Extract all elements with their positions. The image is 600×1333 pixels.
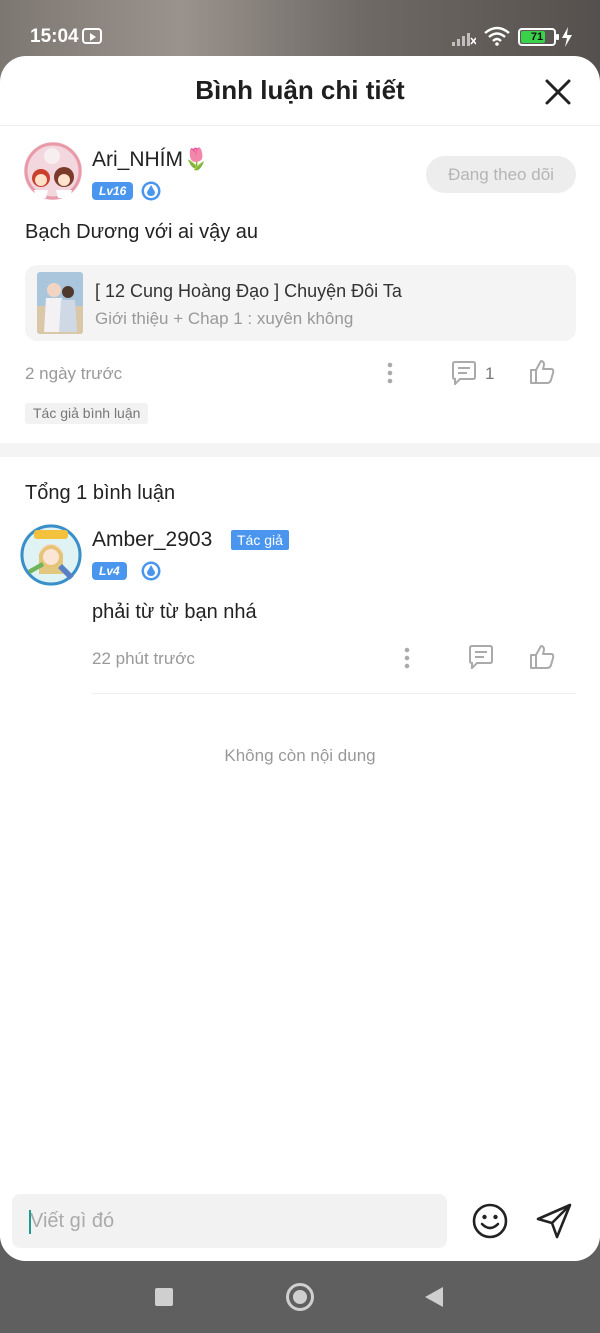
page-title: Bình luận chi tiết bbox=[195, 75, 405, 105]
avatar-image bbox=[20, 524, 82, 586]
system-navigation-bar bbox=[0, 1261, 600, 1333]
charging-icon bbox=[562, 27, 572, 47]
avatar[interactable] bbox=[24, 142, 82, 200]
avatar-image bbox=[24, 142, 82, 200]
reply-text: phải từ từ bạn nhá bbox=[92, 601, 257, 623]
divider bbox=[92, 693, 576, 694]
back-button[interactable] bbox=[425, 1287, 443, 1307]
author-comment-tag: Tác giả bình luận bbox=[25, 403, 149, 424]
battery-icon: 71 bbox=[518, 28, 559, 46]
sheet-header: Bình luận chi tiết bbox=[0, 56, 600, 126]
level-badge: Lv4 bbox=[92, 562, 127, 580]
close-icon[interactable] bbox=[544, 78, 572, 106]
wifi-icon bbox=[484, 26, 510, 46]
level-badge: Lv16 bbox=[92, 182, 134, 200]
like-icon[interactable] bbox=[529, 359, 555, 385]
end-of-content-label: Không còn nội dung bbox=[224, 746, 376, 765]
post-author-name[interactable]: Ari_NHÍM🌷 bbox=[92, 148, 209, 172]
comment-input-bar bbox=[0, 1178, 600, 1261]
reply-timestamp: 22 phút trước bbox=[92, 649, 195, 668]
following-button[interactable]: Đang theo dõi bbox=[426, 156, 576, 193]
story-title: [ 12 Cung Hoàng Đạo ] Chuyện Đôi Ta bbox=[95, 281, 402, 301]
status-bar: 15:04 71 bbox=[0, 0, 600, 56]
reply-count: 1 bbox=[485, 364, 495, 383]
text-caret bbox=[29, 1210, 31, 1234]
post-timestamp: 2 ngày trước bbox=[25, 364, 123, 383]
verified-shield-icon bbox=[141, 181, 161, 201]
recent-apps-button[interactable] bbox=[155, 1288, 173, 1306]
author-badge: Tác giả bbox=[231, 530, 289, 550]
comment-input[interactable] bbox=[12, 1194, 447, 1248]
send-icon[interactable] bbox=[535, 1202, 573, 1240]
avatar[interactable] bbox=[20, 524, 82, 586]
status-time: 15:04 bbox=[30, 26, 79, 47]
more-options-icon[interactable] bbox=[387, 362, 393, 384]
app-icon bbox=[82, 28, 102, 44]
comment-detail-sheet: Bình luận chi tiết Ari_NHÍM🌷 Lv16 Đang t… bbox=[0, 56, 600, 1261]
home-button[interactable] bbox=[286, 1283, 314, 1311]
reply-author-name[interactable]: Amber_2903 bbox=[92, 528, 212, 552]
total-comments-label: Tổng 1 bình luận bbox=[25, 482, 176, 504]
battery-level: 71 bbox=[530, 31, 544, 43]
story-cover-image bbox=[37, 272, 83, 334]
story-chapter: Giới thiệu + Chap 1 : xuyên không bbox=[95, 309, 354, 328]
signal-icon bbox=[452, 33, 476, 46]
reply-icon[interactable] bbox=[451, 361, 477, 385]
story-card[interactable]: [ 12 Cung Hoàng Đạo ] Chuyện Đôi Ta Giới… bbox=[25, 265, 576, 341]
like-icon[interactable] bbox=[529, 644, 555, 670]
verified-shield-icon bbox=[141, 561, 161, 581]
emoji-icon[interactable] bbox=[471, 1202, 509, 1240]
more-options-icon[interactable] bbox=[404, 647, 410, 669]
comment-text: Bạch Dương với ai vậy au bbox=[25, 221, 259, 243]
section-divider bbox=[0, 443, 600, 457]
reply-icon[interactable] bbox=[468, 645, 494, 669]
